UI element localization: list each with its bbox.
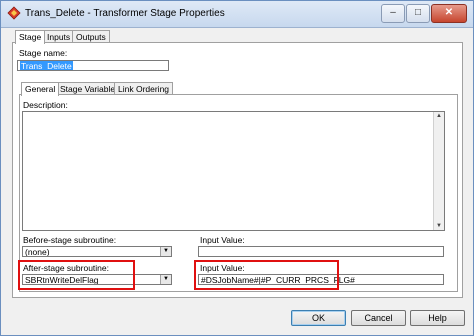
before-stage-label: Before-stage subroutine: xyxy=(23,235,117,245)
transformer-stage-icon xyxy=(7,6,21,20)
maximize-button[interactable]: □ xyxy=(406,4,430,23)
before-input-field[interactable] xyxy=(198,246,444,257)
ok-button[interactable]: OK xyxy=(291,310,346,326)
before-input-label: Input Value: xyxy=(200,235,245,245)
stage-name-value: Trans_Delete xyxy=(20,61,73,71)
input-value-highlight xyxy=(194,260,339,290)
window-title: Trans_Delete - Transformer Stage Propert… xyxy=(25,8,225,19)
cancel-button[interactable]: Cancel xyxy=(351,310,406,326)
after-stage-highlight xyxy=(18,260,135,290)
description-label: Description: xyxy=(23,100,68,110)
scroll-up-icon[interactable]: ▲ xyxy=(436,113,442,119)
close-button[interactable]: ✕ xyxy=(431,4,467,23)
tab-stage[interactable]: Stage xyxy=(15,30,46,44)
tab-general[interactable]: General xyxy=(21,82,60,96)
before-stage-value: (none) xyxy=(25,247,50,257)
chevron-down-icon[interactable]: ▼ xyxy=(160,275,171,284)
title-bar: Trans_Delete - Transformer Stage Propert… xyxy=(1,1,473,28)
stage-name-field[interactable]: Trans_Delete xyxy=(17,60,169,71)
chevron-down-icon[interactable]: ▼ xyxy=(160,247,171,256)
help-button[interactable]: Help xyxy=(410,310,465,326)
properties-dialog: Trans_Delete - Transformer Stage Propert… xyxy=(0,0,474,336)
before-stage-combo[interactable]: (none) ▼ xyxy=(22,246,172,257)
description-scrollbar[interactable]: ▲ ▼ xyxy=(433,112,444,230)
stage-name-label: Stage name: xyxy=(19,48,68,58)
minimize-button[interactable]: – xyxy=(381,4,405,23)
description-textarea[interactable]: ▲ ▼ xyxy=(22,111,445,231)
scroll-down-icon[interactable]: ▼ xyxy=(436,223,442,229)
